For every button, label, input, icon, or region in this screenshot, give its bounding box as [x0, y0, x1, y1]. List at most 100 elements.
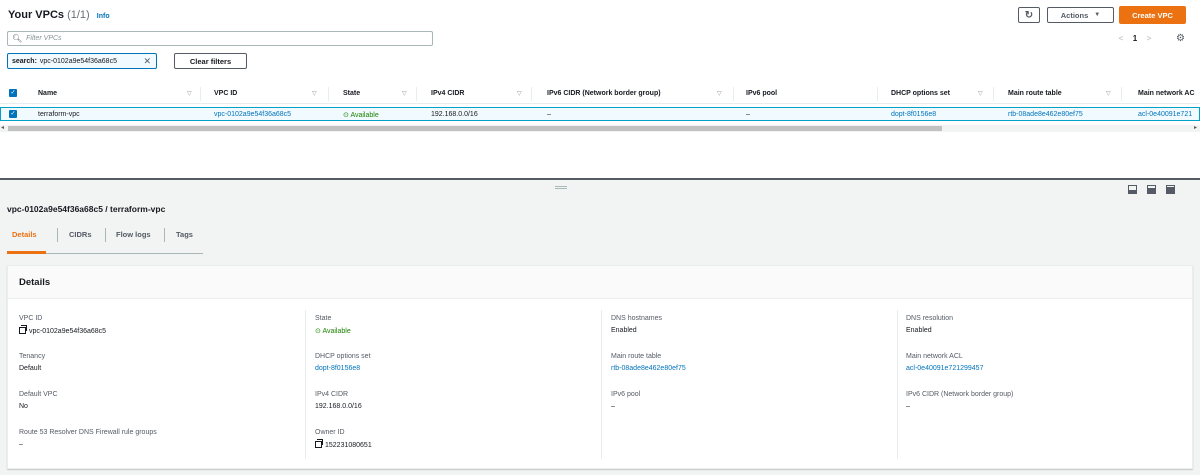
column-header-dhcp[interactable]: DHCP options set — [891, 90, 950, 97]
field-value: – — [611, 403, 615, 410]
actions-button[interactable]: Actions ▼ — [1047, 7, 1114, 23]
cell-acl-link[interactable]: acl-0e40091e721 — [1138, 111, 1192, 118]
cell-route-table-link[interactable]: rtb-08ade8e462e80ef75 — [1008, 111, 1083, 118]
cell-state: ⊙ Available — [343, 111, 379, 119]
sort-icon[interactable]: ▽ — [517, 90, 522, 97]
search-input[interactable]: 🔍︎ Filter VPCs — [7, 31, 433, 46]
column-divider — [328, 87, 329, 101]
check-circle-icon: ⊙ — [343, 112, 349, 119]
field-label: IPv6 CIDR (Network border group) — [906, 391, 1014, 398]
vpc-count: (1/1) — [67, 9, 90, 21]
field-dhcp: DHCP options set dopt-8f0156e8 — [315, 353, 371, 372]
field-value: Default — [19, 365, 42, 372]
sort-icon[interactable]: ▽ — [187, 90, 192, 97]
column-divider — [416, 87, 417, 101]
field-value: Enabled — [611, 327, 637, 334]
page-number[interactable]: 1 — [1128, 34, 1142, 43]
tab-divider — [57, 228, 58, 242]
field-value: – — [906, 403, 910, 410]
page-title-text: Your VPCs — [8, 9, 65, 21]
field-ipv6-cidr: IPv6 CIDR (Network border group) – — [906, 391, 1013, 410]
column-header-ipv6-pool[interactable]: IPv6 pool — [746, 90, 777, 97]
select-all-checkbox[interactable]: ✓ — [9, 89, 17, 97]
info-link[interactable]: Info — [97, 13, 110, 20]
field-label: Owner ID — [315, 429, 345, 436]
gear-icon[interactable]: ⚙ — [1176, 33, 1185, 44]
cell-dhcp-link[interactable]: dopt-8f0156e8 — [891, 111, 936, 118]
tab-flow-logs[interactable]: Flow logs — [116, 230, 151, 239]
tab-divider — [164, 228, 165, 242]
search-icon: 🔍︎ — [12, 34, 23, 43]
clear-filters-button[interactable]: Clear filters — [174, 53, 247, 69]
column-header-ipv4-cidr[interactable]: IPv4 CIDR — [431, 90, 464, 97]
field-label: DHCP options set — [315, 353, 371, 360]
field-value: 192.168.0.0/16 — [315, 403, 362, 410]
column-header-acl[interactable]: Main network AC — [1138, 90, 1195, 97]
drag-handle-icon[interactable] — [555, 186, 567, 189]
field-label: IPv4 CIDR — [315, 391, 349, 398]
panel-side-icon[interactable] — [1147, 185, 1156, 194]
field-label: VPC ID — [19, 315, 43, 322]
details-card: Details VPC ID vpc-0102a9e54f36a68c5 Ten… — [7, 265, 1193, 469]
column-header-state[interactable]: State — [343, 90, 360, 97]
scrollbar-thumb[interactable] — [8, 126, 942, 131]
field-dns-hostnames: DNS hostnames Enabled — [611, 315, 662, 334]
active-tab-indicator — [7, 251, 46, 254]
column-header-vpc-id[interactable]: VPC ID — [214, 90, 237, 97]
cell-state-text: Available — [350, 112, 379, 119]
column-divider — [897, 310, 898, 459]
cell-ipv6-pool: – — [746, 111, 750, 118]
sort-icon[interactable]: ▽ — [312, 90, 317, 97]
row-checkbox[interactable]: ✓ — [9, 110, 17, 118]
column-divider — [877, 87, 878, 101]
panel-bottom-icon[interactable] — [1128, 185, 1137, 194]
horizontal-scrollbar[interactable]: ◂ ▸ — [0, 125, 1200, 132]
dhcp-link[interactable]: dopt-8f0156e8 — [315, 365, 371, 372]
panel-full-icon[interactable] — [1166, 185, 1175, 194]
field-value: vpc-0102a9e54f36a68c5 — [19, 325, 107, 335]
split-panel-title: vpc-0102a9e54f36a68c5 / terraform-vpc — [7, 204, 166, 214]
field-dns-firewall: Route 53 Resolver DNS Firewall rule grou… — [19, 429, 157, 448]
field-vpc-id: VPC ID vpc-0102a9e54f36a68c5 — [19, 315, 106, 335]
column-header-name[interactable]: Name — [38, 90, 57, 97]
field-label: Main network ACL — [906, 353, 963, 360]
tab-tags[interactable]: Tags — [176, 230, 193, 239]
refresh-button[interactable]: ↻ — [1018, 7, 1040, 23]
cell-ipv4: 192.168.0.0/16 — [431, 111, 478, 118]
tab-cidrs[interactable]: CIDRs — [69, 230, 92, 239]
split-panel-divider[interactable] — [0, 178, 1200, 180]
field-main-network-acl: Main network ACL acl-0e40091e721299457 — [906, 353, 983, 372]
field-label: Main route table — [611, 353, 662, 360]
scroll-right-icon[interactable]: ▸ — [1194, 124, 1197, 131]
cell-ipv6: – — [547, 111, 551, 118]
split-panel-controls — [1128, 185, 1175, 194]
create-vpc-button[interactable]: Create VPC — [1119, 6, 1186, 24]
field-ipv4-cidr: IPv4 CIDR 192.168.0.0/16 — [315, 391, 362, 410]
network-acl-link[interactable]: acl-0e40091e721299457 — [906, 365, 983, 372]
create-vpc-label: Create VPC — [1132, 10, 1173, 20]
column-divider — [601, 310, 602, 459]
route-table-link[interactable]: rtb-08ade8e462e80ef75 — [611, 365, 686, 372]
vpc-list-panel: Your VPCs (1/1) Info ↻ Actions ▼ Create … — [0, 0, 1200, 178]
search-placeholder: Filter VPCs — [26, 35, 62, 42]
copy-icon[interactable] — [315, 439, 323, 448]
cell-vpc-id-link[interactable]: vpc-0102a9e54f36a68c5 — [214, 111, 291, 118]
close-icon[interactable]: ✕ — [143, 56, 151, 67]
column-header-route-table[interactable]: Main route table — [1008, 90, 1062, 97]
scroll-left-icon[interactable]: ◂ — [1, 124, 4, 131]
field-owner-id: Owner ID 152231080651 — [315, 429, 372, 449]
column-header-ipv6-cidr[interactable]: IPv6 CIDR (Network border group) — [547, 90, 661, 97]
prev-page-button[interactable]: < — [1114, 34, 1128, 43]
next-page-button[interactable]: > — [1142, 34, 1156, 43]
vpc-id-value: vpc-0102a9e54f36a68c5 — [29, 328, 107, 335]
field-value: 152231080651 — [315, 439, 372, 449]
tab-details[interactable]: Details — [12, 230, 37, 239]
column-divider — [993, 87, 994, 101]
sort-icon[interactable]: ▽ — [717, 90, 722, 97]
sort-icon[interactable]: ▽ — [1106, 90, 1111, 97]
sort-icon[interactable]: ▽ — [402, 90, 407, 97]
sort-icon[interactable]: ▽ — [978, 90, 983, 97]
copy-icon[interactable] — [19, 325, 27, 334]
table-row[interactable]: ✓ terraform-vpc vpc-0102a9e54f36a68c5 ⊙ … — [0, 107, 1200, 121]
caret-down-icon: ▼ — [1094, 12, 1101, 18]
